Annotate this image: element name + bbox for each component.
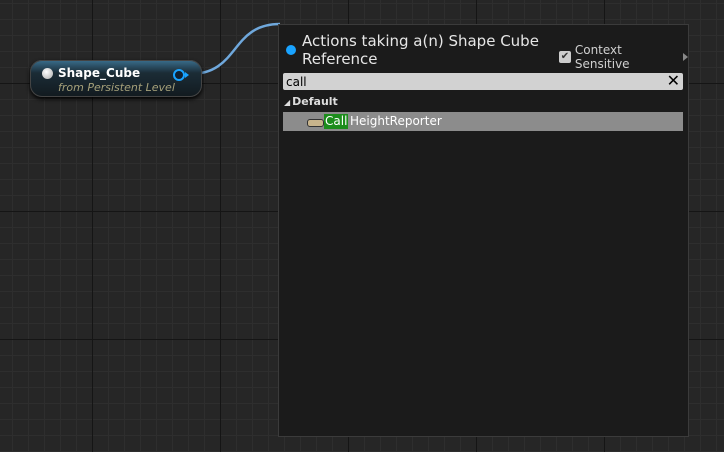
category-label: Default (292, 95, 338, 108)
expand-arrow-icon[interactable] (683, 53, 688, 61)
node-icon (42, 68, 53, 79)
context-sensitive-toggle[interactable]: ✔ Context Sensitive (559, 43, 688, 71)
collapse-caret-icon: ◢ (284, 98, 291, 107)
list-item[interactable]: Call HeightReporter (283, 112, 683, 131)
search-input[interactable] (286, 73, 656, 90)
category-default[interactable]: ◢ Default (284, 95, 338, 108)
node-title: Shape_Cube (58, 66, 141, 80)
shape-cube-node[interactable]: Shape_Cube from Persistent Level (30, 60, 202, 97)
context-sensitive-label: Context Sensitive (574, 43, 630, 71)
search-box[interactable]: ✕ (283, 71, 683, 90)
clear-search-icon[interactable]: ✕ (667, 71, 680, 90)
actions-menu: Actions taking a(n) Shape Cube Reference… (278, 24, 689, 437)
node-subtitle: from Persistent Level (58, 81, 175, 94)
pin-arrow-icon (185, 72, 189, 78)
output-pin[interactable] (173, 69, 185, 81)
checkbox-checked-icon[interactable]: ✔ (559, 51, 571, 63)
reference-type-icon (286, 45, 296, 55)
item-label: HeightReporter (350, 114, 442, 128)
function-icon (307, 119, 324, 127)
match-highlight: Call (324, 114, 349, 129)
menu-heading: Actions taking a(n) Shape Cube Reference (302, 32, 539, 68)
